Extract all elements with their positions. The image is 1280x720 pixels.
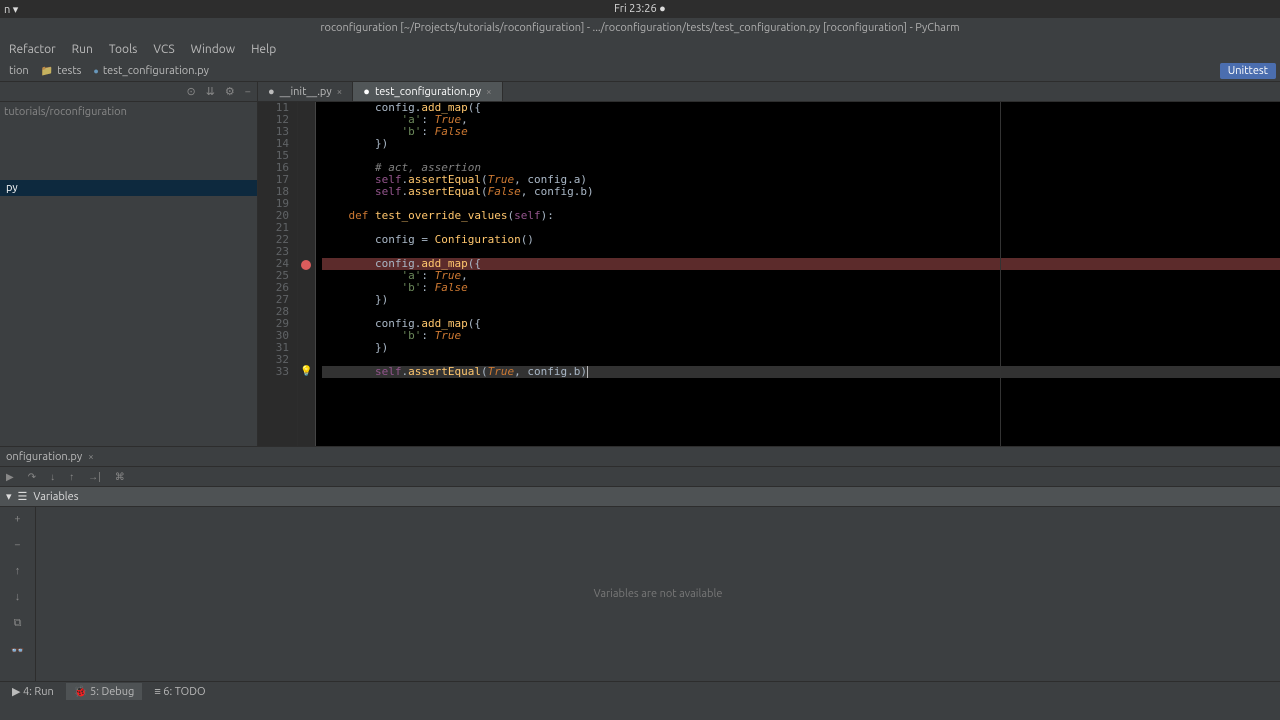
evaluate-icon[interactable]: ⌘ — [115, 471, 125, 483]
main-area: ⊙ ⇊ ⚙ − tutorials/roconfiguration py ● _… — [0, 82, 1280, 446]
project-tree[interactable]: tutorials/roconfiguration — [0, 102, 257, 122]
restore-layout-icon[interactable]: ▾ — [6, 490, 12, 503]
project-tool-window: ⊙ ⇊ ⚙ − tutorials/roconfiguration py — [0, 82, 258, 446]
debug-tool-window: onfiguration.py × ▶ ↷ ↓ ↑ →| ⌘ ▾ ☰ Varia… — [0, 446, 1280, 681]
main-menu: Refactor Run Tools VCS Window Help — [0, 38, 1280, 60]
editor-tab-test-configuration[interactable]: ● test_configuration.py × — [353, 82, 502, 101]
editor-pane: ● __init__.py × ● test_configuration.py … — [258, 82, 1280, 446]
editor-tabs: ● __init__.py × ● test_configuration.py … — [258, 82, 1280, 102]
run-to-cursor-icon[interactable]: →| — [88, 471, 101, 483]
breakpoint-icon[interactable] — [301, 260, 311, 270]
line-number-gutter[interactable]: 1112131415161718192021222324252627282930… — [258, 102, 298, 446]
menu-help[interactable]: Help — [244, 40, 283, 59]
run-configuration-selector[interactable]: Unittest — [1220, 63, 1276, 79]
breadcrumb-item[interactable]: tests — [36, 63, 87, 79]
menu-run[interactable]: Run — [65, 40, 100, 59]
down-icon[interactable]: ↓ — [15, 591, 21, 603]
intention-bulb-icon[interactable]: 💡 — [300, 366, 312, 377]
window-title: roconfiguration [~/Projects/tutorials/ro… — [320, 22, 959, 34]
window-title-bar: roconfiguration [~/Projects/tutorials/ro… — [0, 18, 1280, 38]
project-tree-selected[interactable]: py — [0, 180, 257, 196]
python-file-icon: ● — [268, 86, 275, 98]
debug-toolbar: ▶ ↷ ↓ ↑ →| ⌘ — [0, 467, 1280, 487]
system-menubar: n ▾ Fri 23:26 ● — [0, 0, 1280, 18]
remove-watch-icon[interactable]: − — [14, 539, 20, 551]
gutter-marks[interactable]: 💡 — [298, 102, 316, 446]
variables-panel: + − ↑ ↓ ⧉ 👓 Variables are not available — [0, 507, 1280, 681]
glasses-icon[interactable]: 👓 — [11, 644, 25, 657]
variables-tab-header[interactable]: ▾ ☰ Variables — [0, 487, 1280, 507]
tool-tab-debug[interactable]: 🐞 5: Debug — [66, 683, 143, 700]
system-app-menu[interactable]: n ▾ — [4, 3, 18, 16]
variables-empty-message: Variables are not available — [36, 507, 1280, 681]
debug-tabs: onfiguration.py × — [0, 447, 1280, 467]
step-into-icon[interactable]: ↓ — [50, 471, 55, 483]
project-header: ⊙ ⇊ ⚙ − — [0, 82, 257, 102]
step-out-icon[interactable]: ↑ — [69, 471, 74, 483]
add-watch-icon[interactable]: + — [14, 513, 20, 525]
system-clock: Fri 23:26 ● — [614, 3, 666, 15]
debug-session-tab[interactable]: onfiguration.py — [6, 451, 82, 463]
breadcrumb-item[interactable]: tion — [4, 63, 34, 79]
folder-icon — [41, 65, 53, 77]
code-content[interactable]: config.add_map({ 'a': True, 'b': False }… — [316, 102, 1280, 446]
bottom-tool-tabs: ▶ 4: Run 🐞 5: Debug ≡ 6: TODO — [0, 681, 1280, 701]
locate-icon[interactable]: ⊙ — [186, 85, 195, 98]
breadcrumb-item[interactable]: test_configuration.py — [88, 63, 214, 79]
navigation-bar: tion tests test_configuration.py Unittes… — [0, 60, 1280, 82]
variables-icon: ☰ — [18, 490, 28, 503]
menu-refactor[interactable]: Refactor — [2, 40, 63, 59]
hide-icon[interactable]: − — [245, 86, 251, 98]
tool-tab-run[interactable]: ▶ 4: Run — [4, 683, 62, 700]
close-icon[interactable]: × — [88, 451, 94, 462]
collapse-icon[interactable]: ⇊ — [206, 85, 215, 98]
resume-icon[interactable]: ▶ — [6, 471, 14, 483]
copy-icon[interactable]: ⧉ — [14, 617, 22, 630]
menu-tools[interactable]: Tools — [102, 40, 145, 59]
python-file-icon: ● — [363, 86, 370, 98]
step-over-icon[interactable]: ↷ — [28, 471, 36, 483]
menu-vcs[interactable]: VCS — [146, 40, 181, 59]
settings-gear-icon[interactable]: ⚙ — [225, 85, 235, 98]
tool-tab-todo[interactable]: ≡ 6: TODO — [146, 684, 213, 700]
close-icon[interactable]: × — [486, 86, 492, 97]
close-icon[interactable]: × — [337, 86, 343, 97]
editor-tab-init[interactable]: ● __init__.py × — [258, 82, 353, 101]
menu-window[interactable]: Window — [184, 40, 242, 59]
code-editor[interactable]: 1112131415161718192021222324252627282930… — [258, 102, 1280, 446]
variables-side-toolbar: + − ↑ ↓ ⧉ 👓 — [0, 507, 36, 681]
python-file-icon — [93, 65, 98, 77]
up-icon[interactable]: ↑ — [15, 565, 21, 577]
